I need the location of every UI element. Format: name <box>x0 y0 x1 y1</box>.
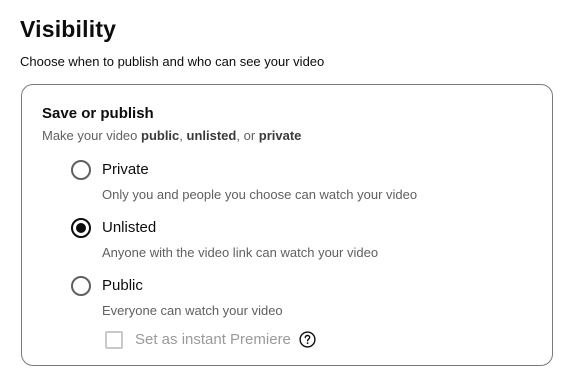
card-subtitle-sep2: , or <box>236 128 259 143</box>
card-subtitle-private: private <box>258 128 302 143</box>
help-circle-icon[interactable] <box>299 331 316 348</box>
card-subtitle-prefix: Make your video <box>42 128 141 143</box>
page-subtitle: Choose when to publish and who can see y… <box>20 54 325 69</box>
unlisted-radio[interactable] <box>71 218 91 238</box>
option-private[interactable]: Private Only you and people you choose c… <box>71 160 531 206</box>
instant-premiere-label: Set as instant Premiere <box>135 331 291 348</box>
card-title: Save or publish <box>42 105 154 122</box>
instant-premiere-checkbox[interactable] <box>105 331 123 349</box>
option-description: Only you and people you choose can watch… <box>102 187 418 202</box>
option-description: Anyone with the video link can watch you… <box>102 245 379 260</box>
private-radio[interactable] <box>71 160 91 180</box>
option-label[interactable]: Public <box>102 277 143 294</box>
card-subtitle-public: public <box>141 128 180 143</box>
card-subtitle-unlisted: unlisted <box>186 128 237 143</box>
option-label[interactable]: Private <box>102 161 149 178</box>
option-unlisted[interactable]: Unlisted Anyone with the video link can … <box>71 218 531 264</box>
save-or-publish-card: Save or publish Make your video public, … <box>21 84 553 366</box>
public-radio[interactable] <box>71 276 91 296</box>
card-subtitle: Make your video public, unlisted, or pri… <box>42 128 301 143</box>
option-description: Everyone can watch your video <box>102 303 283 318</box>
card-subtitle-sep1: , <box>179 128 187 143</box>
page-title: Visibility <box>20 16 117 42</box>
option-label[interactable]: Unlisted <box>102 219 156 236</box>
option-public[interactable]: Public Everyone can watch your video <box>71 276 531 322</box>
instant-premiere-row: Set as instant Premiere <box>105 329 405 351</box>
